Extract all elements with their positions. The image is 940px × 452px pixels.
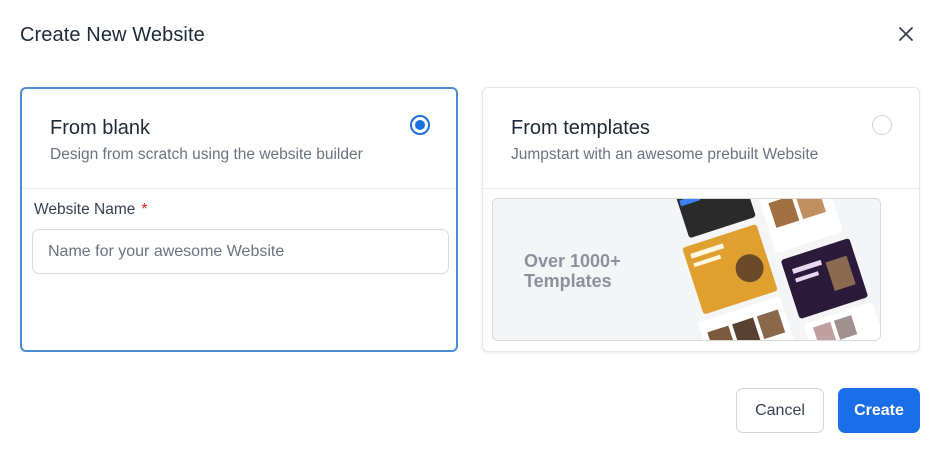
create-button[interactable]: Create — [838, 388, 920, 433]
from-templates-option[interactable]: From templates Jumpstart with an awesome… — [482, 87, 920, 352]
required-asterisk: * — [141, 201, 148, 218]
from-templates-header[interactable]: From templates Jumpstart with an awesome… — [483, 88, 919, 189]
cancel-button[interactable]: Cancel — [736, 388, 824, 433]
from-templates-subtitle: Jumpstart with an awesome prebuilt Websi… — [511, 146, 819, 163]
website-name-label: Website Name * — [34, 201, 147, 219]
templates-preview-text: Over 1000+ Templates — [524, 251, 621, 291]
website-name-input[interactable] — [32, 229, 449, 274]
website-name-label-text: Website Name — [34, 201, 136, 218]
from-blank-subtitle: Design from scratch using the website bu… — [50, 146, 363, 163]
dialog-title: Create New Website — [20, 24, 205, 46]
from-templates-title: From templates — [511, 117, 650, 139]
from-blank-radio[interactable] — [410, 115, 430, 135]
from-blank-header[interactable]: From blank Design from scratch using the… — [22, 89, 456, 189]
from-templates-radio[interactable] — [872, 115, 892, 135]
templates-preview-image: Over 1000+ Templates — [492, 198, 881, 341]
close-icon[interactable] — [894, 22, 918, 46]
from-blank-title: From blank — [50, 117, 151, 139]
from-blank-option[interactable]: From blank Design from scratch using the… — [20, 87, 458, 352]
